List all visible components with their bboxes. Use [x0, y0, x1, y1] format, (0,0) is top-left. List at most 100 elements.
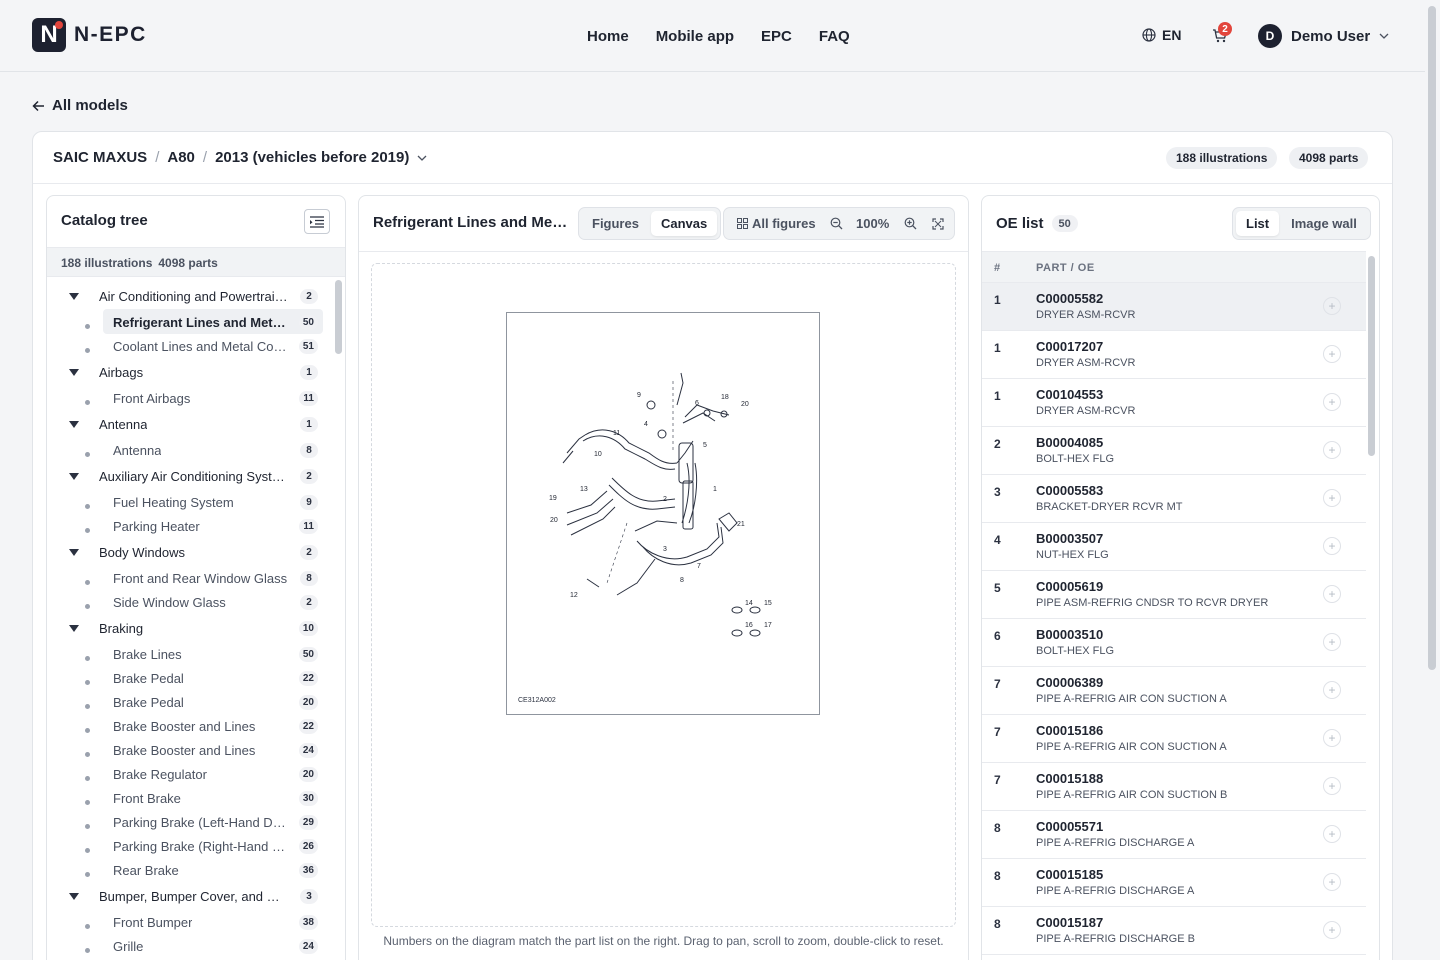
fullscreen-icon[interactable] [932, 218, 944, 230]
tree-subcategory[interactable]: Grille 24 [47, 935, 332, 957]
add-to-cart-button[interactable]: + [1323, 345, 1341, 363]
tree-subcategory[interactable]: Refrigerant Lines and Metal Components 50 [47, 309, 332, 334]
nav-epc[interactable]: EPC [761, 28, 792, 45]
table-row[interactable]: 7 C00015188 PIPE A-REFRIG AIR CON SUCTION … [982, 763, 1366, 811]
tree-toggle-button[interactable] [304, 209, 330, 234]
tree-subcategory[interactable]: Brake Regulator 20 [47, 763, 332, 785]
part-number[interactable]: C00104553 [1036, 387, 1103, 402]
callout-17[interactable]: 17 [764, 622, 772, 629]
callout-3[interactable]: 3 [663, 546, 667, 553]
tree-category[interactable]: Body Windows 2 [47, 541, 332, 563]
oe-scrollbar[interactable] [1368, 256, 1375, 456]
add-to-cart-button[interactable]: + [1323, 729, 1341, 747]
add-to-cart-button[interactable]: + [1323, 585, 1341, 603]
page-scrollbar[interactable] [1428, 6, 1436, 670]
part-number[interactable]: C00006389 [1036, 675, 1103, 690]
callout-20b[interactable]: 20 [550, 517, 558, 524]
callout-9[interactable]: 9 [637, 392, 641, 399]
tree-subcategory[interactable]: Front Brake 30 [47, 787, 332, 809]
callout-13[interactable]: 13 [580, 486, 588, 493]
table-row[interactable]: 8 C00005571 PIPE A-REFRIG DISCHARGE A + [982, 811, 1366, 859]
zoom-out-icon[interactable] [830, 217, 843, 230]
callout-1[interactable]: 1 [713, 486, 717, 493]
callout-16[interactable]: 16 [745, 622, 753, 629]
caret-down-icon[interactable] [69, 624, 79, 632]
nav-faq[interactable]: FAQ [819, 28, 850, 45]
callout-5[interactable]: 5 [703, 442, 707, 449]
tree-scrollbar[interactable] [335, 280, 342, 354]
callout-4[interactable]: 4 [644, 421, 648, 428]
brand-logo[interactable]: N N-EPC [32, 18, 147, 52]
tree-category[interactable]: Airbags 1 [47, 361, 332, 383]
back-to-all-models[interactable]: All models [32, 97, 128, 114]
add-to-cart-button[interactable]: + [1323, 489, 1341, 507]
caret-down-icon[interactable] [69, 368, 79, 376]
breadcrumb-model[interactable]: A80 [167, 149, 195, 166]
tree-subcategory[interactable]: Parking Heater 11 [47, 515, 332, 537]
callout-2[interactable]: 2 [663, 496, 667, 503]
parts-diagram[interactable]: 9 6 18 20 4 11 5 10 13 19 2 1 20 21 3 7 … [506, 312, 820, 715]
caret-down-icon[interactable] [69, 472, 79, 480]
callout-21[interactable]: 21 [737, 521, 745, 528]
add-to-cart-button[interactable]: + [1323, 921, 1341, 939]
add-to-cart-button[interactable]: + [1323, 825, 1341, 843]
callout-19[interactable]: 19 [549, 495, 557, 502]
table-row[interactable]: 1 C00104553 DRYER ASM-RCVR + [982, 379, 1366, 427]
part-number[interactable]: C00005582 [1036, 291, 1103, 306]
callout-14[interactable]: 14 [745, 600, 753, 607]
table-row[interactable]: 7 C00015186 PIPE A-REFRIG AIR CON SUCTION … [982, 715, 1366, 763]
tree-subcategory[interactable]: Parking Brake (Right-Hand Drive) 26 [47, 835, 332, 857]
add-to-cart-button[interactable]: + [1323, 537, 1341, 555]
tree-subcategory[interactable]: Rear Brake 36 [47, 859, 332, 881]
part-number[interactable]: C00017207 [1036, 339, 1103, 354]
tree-subcategory[interactable]: Side Window Glass 2 [47, 591, 332, 613]
breadcrumb-brand[interactable]: SAIC MAXUS [53, 149, 147, 166]
table-row[interactable]: 1 C00005582 DRYER ASM-RCVR + [982, 283, 1366, 331]
part-number[interactable]: B00004085 [1036, 435, 1103, 450]
tab-figures[interactable]: Figures [582, 211, 649, 236]
breadcrumb-year[interactable]: 2013 (vehicles before 2019) [215, 149, 409, 166]
tab-image-wall[interactable]: Image wall [1281, 211, 1367, 236]
caret-down-icon[interactable] [69, 292, 79, 300]
tree-subcategory[interactable]: Antenna 8 [47, 439, 332, 461]
caret-down-icon[interactable] [69, 420, 79, 428]
tab-list[interactable]: List [1236, 211, 1280, 236]
part-number[interactable]: C00005583 [1036, 483, 1103, 498]
nav-mobile-app[interactable]: Mobile app [656, 28, 734, 45]
caret-down-icon[interactable] [69, 548, 79, 556]
table-row[interactable]: 2 B00004085 BOLT-HEX FLG + [982, 427, 1366, 475]
zoom-in-icon[interactable] [904, 217, 917, 230]
callout-7[interactable]: 7 [697, 563, 701, 570]
table-row[interactable]: 3 C00005583 BRACKET-DRYER RCVR MT + [982, 475, 1366, 523]
tree-category[interactable]: Bumper, Bumper Cover, and Grille 3 [47, 885, 332, 907]
add-to-cart-button[interactable]: + [1323, 441, 1341, 459]
tree-subcategory[interactable]: Front Airbags 11 [47, 387, 332, 409]
callout-12[interactable]: 12 [570, 592, 578, 599]
callout-18[interactable]: 18 [721, 394, 729, 401]
user-menu[interactable]: D Demo User [1258, 24, 1389, 48]
language-switcher[interactable]: EN [1142, 27, 1181, 43]
part-number[interactable]: C00015187 [1036, 915, 1103, 930]
table-row[interactable]: 7 C00006389 PIPE A-REFRIG AIR CON SUCTION … [982, 667, 1366, 715]
table-row[interactable]: 8 C00015185 PIPE A-REFRIG DISCHARGE A + [982, 859, 1366, 907]
table-row[interactable]: 5 C00005619 PIPE ASM-REFRIG CNDSR TO RCVR … [982, 571, 1366, 619]
part-number[interactable]: C00005619 [1036, 579, 1103, 594]
callout-8[interactable]: 8 [680, 577, 684, 584]
tree-subcategory[interactable]: Brake Booster and Lines 22 [47, 715, 332, 737]
tree-subcategory[interactable]: Fuel Heating System 9 [47, 491, 332, 513]
part-number[interactable]: B00003507 [1036, 531, 1103, 546]
tree-subcategory[interactable]: Brake Pedal 22 [47, 667, 332, 689]
part-number[interactable]: C00005571 [1036, 819, 1103, 834]
all-figures-button[interactable]: All figures [737, 216, 816, 231]
table-row[interactable]: 1 C00017207 DRYER ASM-RCVR + [982, 331, 1366, 379]
tree-subcategory[interactable]: Coolant Lines and Metal Components 51 [47, 335, 332, 357]
tree-subcategory[interactable]: Front and Rear Window Glass 8 [47, 567, 332, 589]
add-to-cart-button[interactable]: + [1323, 633, 1341, 651]
tree-subcategory[interactable]: Brake Lines 50 [47, 643, 332, 665]
tab-canvas[interactable]: Canvas [650, 211, 718, 236]
part-number[interactable]: C00015188 [1036, 771, 1103, 786]
part-number[interactable]: C00015186 [1036, 723, 1103, 738]
table-row[interactable]: 4 B00003507 NUT-HEX FLG + [982, 523, 1366, 571]
tree-category[interactable]: Auxiliary Air Conditioning System 2 [47, 465, 332, 487]
tree-category[interactable]: Braking 10 [47, 617, 332, 639]
